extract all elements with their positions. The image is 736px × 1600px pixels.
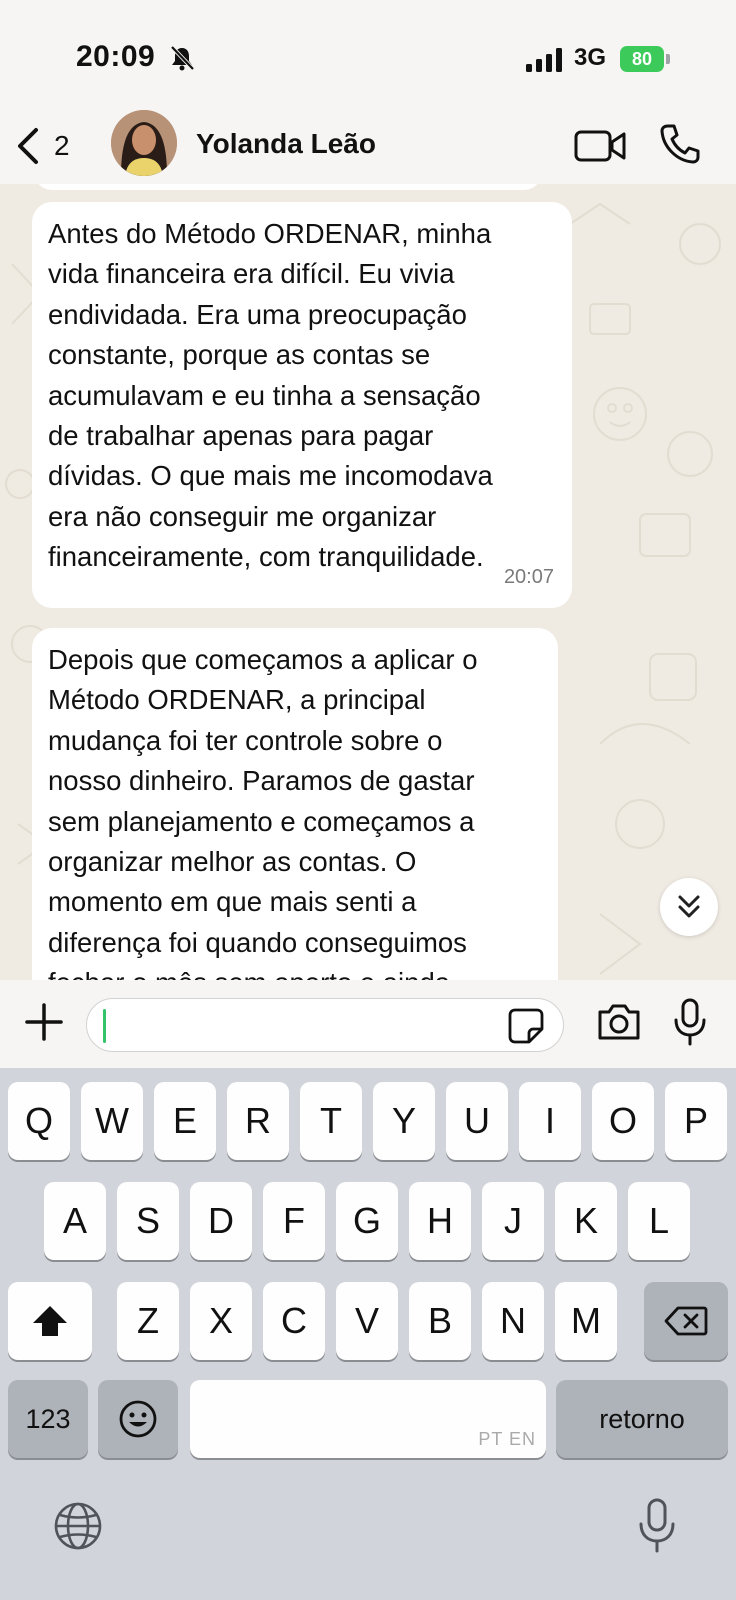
return-key[interactable]: retorno bbox=[556, 1380, 728, 1458]
key-n[interactable]: N bbox=[482, 1282, 544, 1360]
battery-level: 80 bbox=[620, 46, 664, 72]
back-button[interactable]: 2 bbox=[14, 124, 84, 168]
key-z[interactable]: Z bbox=[117, 1282, 179, 1360]
key-j[interactable]: J bbox=[482, 1182, 544, 1260]
key-w[interactable]: W bbox=[81, 1082, 143, 1160]
message-text: Depois que começamos a aplicar o Método … bbox=[48, 644, 478, 980]
key-r[interactable]: R bbox=[227, 1082, 289, 1160]
camera-icon[interactable] bbox=[596, 1000, 642, 1042]
message-input[interactable] bbox=[86, 998, 564, 1052]
numbers-key[interactable]: 123 bbox=[8, 1380, 88, 1458]
key-m[interactable]: M bbox=[555, 1282, 617, 1360]
phone-icon[interactable] bbox=[658, 122, 702, 166]
message-bubble[interactable]: Antes do Método ORDENAR, minha vida fina… bbox=[32, 202, 572, 608]
message-text: Antes do Método ORDENAR, minha vida fina… bbox=[48, 218, 493, 573]
key-k[interactable]: K bbox=[555, 1182, 617, 1260]
key-v[interactable]: V bbox=[336, 1282, 398, 1360]
unread-count: 2 bbox=[54, 130, 70, 161]
microphone-icon[interactable] bbox=[672, 998, 708, 1046]
key-q[interactable]: Q bbox=[8, 1082, 70, 1160]
chat-header: 2 Yolanda Leão bbox=[0, 104, 736, 184]
key-b[interactable]: B bbox=[409, 1282, 471, 1360]
shift-arrow-icon bbox=[33, 1306, 67, 1336]
text-caret bbox=[103, 1009, 106, 1043]
key-g[interactable]: G bbox=[336, 1182, 398, 1260]
key-s[interactable]: S bbox=[117, 1182, 179, 1260]
network-type: 3G bbox=[574, 44, 607, 71]
status-time: 20:09 bbox=[76, 40, 156, 73]
sticker-icon[interactable] bbox=[507, 1007, 545, 1045]
key-f[interactable]: F bbox=[263, 1182, 325, 1260]
message-input-bar bbox=[0, 980, 736, 1068]
key-y[interactable]: Y bbox=[373, 1082, 435, 1160]
key-d[interactable]: D bbox=[190, 1182, 252, 1260]
keyboard: Q W E R T Y U I O P A S D F G H J K L Z … bbox=[0, 1068, 736, 1600]
space-key[interactable]: PT EN bbox=[190, 1380, 546, 1458]
backspace-key[interactable] bbox=[644, 1282, 728, 1360]
dictation-microphone-icon[interactable] bbox=[636, 1498, 678, 1554]
video-call-icon[interactable] bbox=[574, 126, 628, 166]
avatar-image bbox=[111, 110, 177, 176]
key-t[interactable]: T bbox=[300, 1082, 362, 1160]
key-e[interactable]: E bbox=[154, 1082, 216, 1160]
message-time: 20:07 bbox=[503, 566, 554, 589]
plus-icon[interactable] bbox=[24, 1002, 64, 1042]
contact-name[interactable]: Yolanda Leão bbox=[196, 128, 376, 160]
emoji-key[interactable] bbox=[98, 1380, 178, 1458]
chat-area[interactable]: Antes do Método ORDENAR, minha vida fina… bbox=[0, 184, 736, 980]
key-u[interactable]: U bbox=[446, 1082, 508, 1160]
key-l[interactable]: L bbox=[628, 1182, 690, 1260]
chevron-left-icon bbox=[18, 128, 38, 164]
key-c[interactable]: C bbox=[263, 1282, 325, 1360]
key-h[interactable]: H bbox=[409, 1182, 471, 1260]
globe-icon[interactable] bbox=[52, 1500, 104, 1552]
backspace-icon bbox=[664, 1306, 708, 1336]
key-x[interactable]: X bbox=[190, 1282, 252, 1360]
key-p[interactable]: P bbox=[665, 1082, 727, 1160]
scroll-to-bottom-button[interactable] bbox=[660, 878, 718, 936]
emoji-icon bbox=[119, 1400, 157, 1438]
status-bar: 20:09 3G 80 bbox=[0, 0, 736, 110]
avatar[interactable] bbox=[111, 110, 177, 176]
key-i[interactable]: I bbox=[519, 1082, 581, 1160]
double-chevron-down-icon bbox=[678, 895, 700, 918]
bell-muted-icon bbox=[170, 45, 195, 71]
message-bubble[interactable]: Depois que começamos a aplicar o Método … bbox=[32, 628, 558, 980]
language-hint: PT EN bbox=[478, 1429, 536, 1449]
key-o[interactable]: O bbox=[592, 1082, 654, 1160]
battery-icon: 80 bbox=[620, 46, 670, 72]
signal-icon bbox=[526, 48, 562, 72]
shift-key[interactable] bbox=[8, 1282, 92, 1360]
previous-message-bubble bbox=[34, 184, 542, 190]
key-a[interactable]: A bbox=[44, 1182, 106, 1260]
